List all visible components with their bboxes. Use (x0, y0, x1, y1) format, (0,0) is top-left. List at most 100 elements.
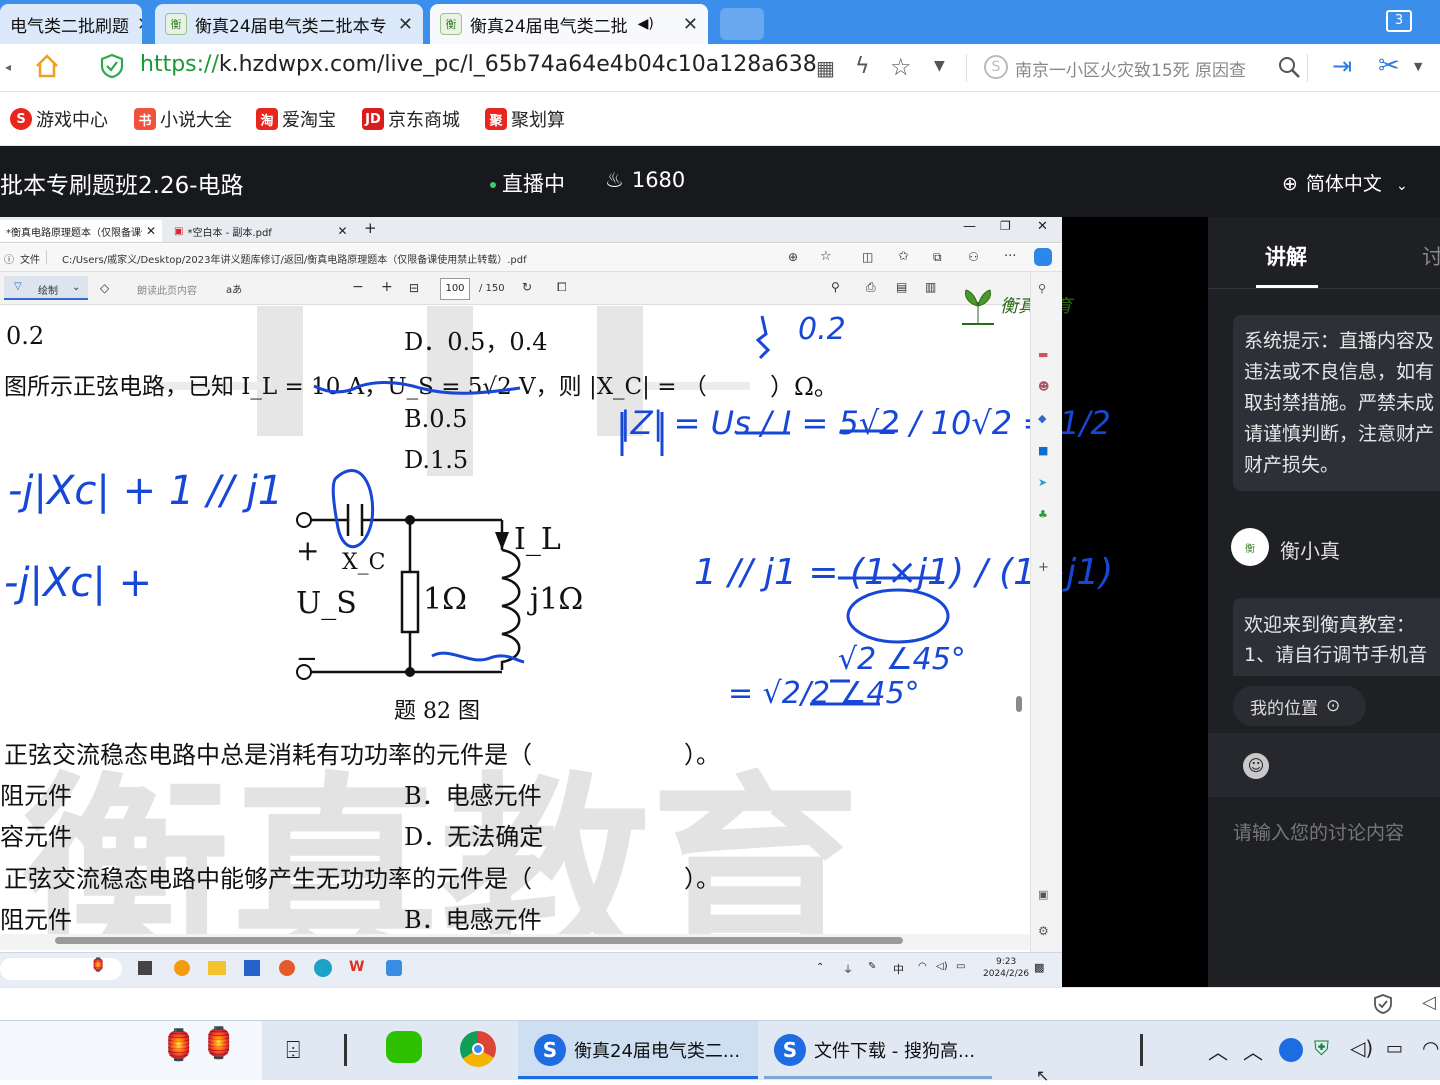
text-icon[interactable]: aあ (226, 281, 242, 296)
lightning-icon[interactable]: ϟ (855, 54, 870, 79)
microphone-icon[interactable]: ⏚ (843, 961, 853, 976)
close-icon[interactable]: ✕ (337, 224, 347, 238)
search-icon[interactable]: ⚲ (1038, 282, 1046, 295)
chevron-down-icon[interactable]: ▼ (1414, 60, 1422, 73)
bookmark-juhuasuan[interactable]: 聚聚划算 (485, 106, 565, 132)
close-icon[interactable]: ✕ (675, 14, 698, 35)
pen-icon[interactable]: ✎ (868, 961, 876, 972)
battery-icon[interactable]: ▭ (956, 961, 965, 972)
page-number-input[interactable]: 100 (440, 278, 470, 300)
zoom-icon[interactable]: ⊕ (788, 250, 798, 264)
wechat-icon[interactable] (386, 1031, 422, 1063)
page-view-icon[interactable]: ⧠ (557, 280, 567, 295)
office-icon[interactable]: ◆ (1038, 412, 1046, 425)
tab-explain[interactable]: 讲解 (1265, 241, 1307, 271)
fit-page-icon[interactable]: ⊟ (409, 281, 419, 295)
speaker-icon[interactable]: ◀) (638, 16, 654, 32)
rotate-icon[interactable]: ↻ (522, 280, 532, 294)
horizontal-scrollbar-thumb[interactable] (55, 937, 903, 944)
pdf-tab[interactable]: ▣ *空白本 - 副本.pdf ✕ (168, 220, 354, 242)
send-icon[interactable]: ➤ (1038, 476, 1047, 489)
volume-icon[interactable]: ◁) (1350, 1036, 1373, 1060)
speaker-icon[interactable]: ◁ (1422, 992, 1436, 1013)
feather-icon[interactable] (1279, 1038, 1303, 1062)
browser-tab[interactable]: 衡 衡真24届电气类二批本专 ✕ (155, 4, 423, 44)
save-icon[interactable]: ▤ (896, 280, 907, 294)
extensions-icon[interactable]: ⚇ (968, 250, 979, 264)
new-tab-button[interactable] (720, 8, 764, 40)
split-view-icon[interactable]: ◫ (862, 250, 873, 264)
new-tab-button[interactable]: + (364, 219, 377, 237)
zoom-out-button[interactable]: − (352, 279, 364, 295)
url-field[interactable]: https://k.hzdwpx.com/live_pc/l_65b74a64e… (140, 52, 817, 77)
screen-icon[interactable]: ▣ (1038, 888, 1048, 901)
weather-icon[interactable] (174, 960, 190, 976)
close-icon[interactable]: ✕ (146, 224, 156, 238)
toolbox-icon[interactable]: ▬ (1038, 348, 1048, 361)
browser-tab-active[interactable]: 衡 衡真24届电气类二批 ◀) ✕ (430, 4, 708, 44)
add-icon[interactable]: + (1038, 560, 1049, 575)
back-chevron-icon[interactable]: ◂ (5, 60, 11, 74)
tab-count-badge[interactable]: 3 (1386, 10, 1412, 32)
search-input[interactable]: 南京一小区火灾致15死 原因查 (1015, 56, 1246, 81)
task-view-icon[interactable] (138, 961, 152, 975)
eraser-icon[interactable]: ◇ (100, 281, 109, 295)
chevron-down-icon[interactable]: ▼ (934, 58, 945, 74)
app-icon[interactable] (386, 960, 402, 976)
chevron-up-icon[interactable]: ︿ (1243, 1036, 1263, 1065)
tab-discuss[interactable]: 讨 (1422, 241, 1440, 271)
wifi-icon[interactable]: ◠ (1422, 1036, 1439, 1060)
chevron-up-icon[interactable]: ⌃ (816, 962, 824, 973)
star-icon[interactable]: ☆ (820, 249, 832, 264)
collections-icon[interactable]: ⧉ (933, 250, 942, 265)
star-icon[interactable]: ☆ (890, 53, 912, 81)
emoji-icon[interactable]: ☺ (1243, 753, 1269, 779)
pdf-tab[interactable]: *衡真电路原理题本（仅限备课使用 ✕ (0, 220, 162, 242)
notification-icon[interactable]: ▩ (1034, 961, 1044, 974)
taskbar-item-download[interactable]: S 文件下载 - 搜狗高... (774, 1023, 975, 1077)
folder-icon[interactable] (208, 961, 226, 975)
bookmark-aitaobao[interactable]: 淘爱淘宝 (256, 106, 336, 132)
chevron-up-icon[interactable]: ︿ (1208, 1036, 1228, 1065)
edge-icon[interactable] (314, 959, 332, 977)
zoom-in-button[interactable]: + (381, 279, 393, 295)
bookmark-game-center[interactable]: S 游戏中心 (10, 106, 108, 132)
gear-icon[interactable]: ⚙ (1038, 924, 1049, 938)
login-icon[interactable]: ⇥ (1332, 52, 1352, 80)
minimize-icon[interactable]: — (963, 219, 976, 234)
bookmark-novels[interactable]: 书小说大全 (134, 106, 232, 132)
search-icon[interactable]: ⚲ (831, 280, 840, 294)
shield-check-icon[interactable] (100, 53, 124, 79)
language-selector[interactable]: ⊕ 简体中文 ⌄ (1282, 169, 1408, 196)
browser-tab[interactable]: 电气类二批刷题 ✕ (0, 4, 142, 44)
people-icon[interactable]: ☻ (1038, 380, 1049, 393)
wps-icon[interactable]: W (349, 959, 364, 975)
copilot-icon[interactable] (1034, 248, 1052, 266)
restore-icon[interactable]: ❐ (1000, 219, 1011, 233)
input-language[interactable]: 中 (893, 961, 904, 977)
more-icon[interactable]: ··· (1004, 249, 1016, 264)
file-path[interactable]: C:/Users/戚家义/Desktop/2023年讲义题库修订/返回/衡真电路… (62, 251, 527, 266)
security-icon[interactable]: ⛨ (1314, 1036, 1329, 1060)
scissors-icon[interactable]: ✂ (1378, 51, 1400, 81)
volume-icon[interactable]: ◁) (936, 961, 948, 972)
save-as-icon[interactable]: ▥ (925, 280, 936, 294)
qr-code-icon[interactable]: ▦ (816, 56, 835, 80)
wifi-icon[interactable]: ◠ (918, 961, 927, 972)
vertical-scrollbar-thumb[interactable] (1016, 696, 1022, 712)
battery-icon[interactable]: ▭ (1386, 1038, 1403, 1059)
search-icon[interactable] (1277, 55, 1301, 79)
my-position-button[interactable]: 我的位置 ⊙ (1233, 686, 1366, 726)
task-view-icon[interactable]: ⌹ (286, 1036, 300, 1064)
close-icon[interactable]: ✕ (390, 14, 413, 35)
print-icon[interactable]: ⎙ (866, 280, 876, 295)
discussion-input[interactable]: 请输入您的讨论内容 (1233, 818, 1404, 845)
favorites-icon[interactable]: ✩ (898, 249, 909, 264)
outlook-icon[interactable]: ■ (1038, 444, 1048, 457)
read-aloud-button[interactable]: 朗读此页内容 (137, 282, 197, 297)
home-icon[interactable] (34, 53, 60, 79)
avatar[interactable]: 衡 (1231, 528, 1269, 566)
taskbar-item-browser[interactable]: S 衡真24届电气类二... (534, 1023, 740, 1077)
firefox-icon[interactable] (279, 960, 295, 976)
close-icon[interactable]: ✕ (1037, 219, 1048, 234)
